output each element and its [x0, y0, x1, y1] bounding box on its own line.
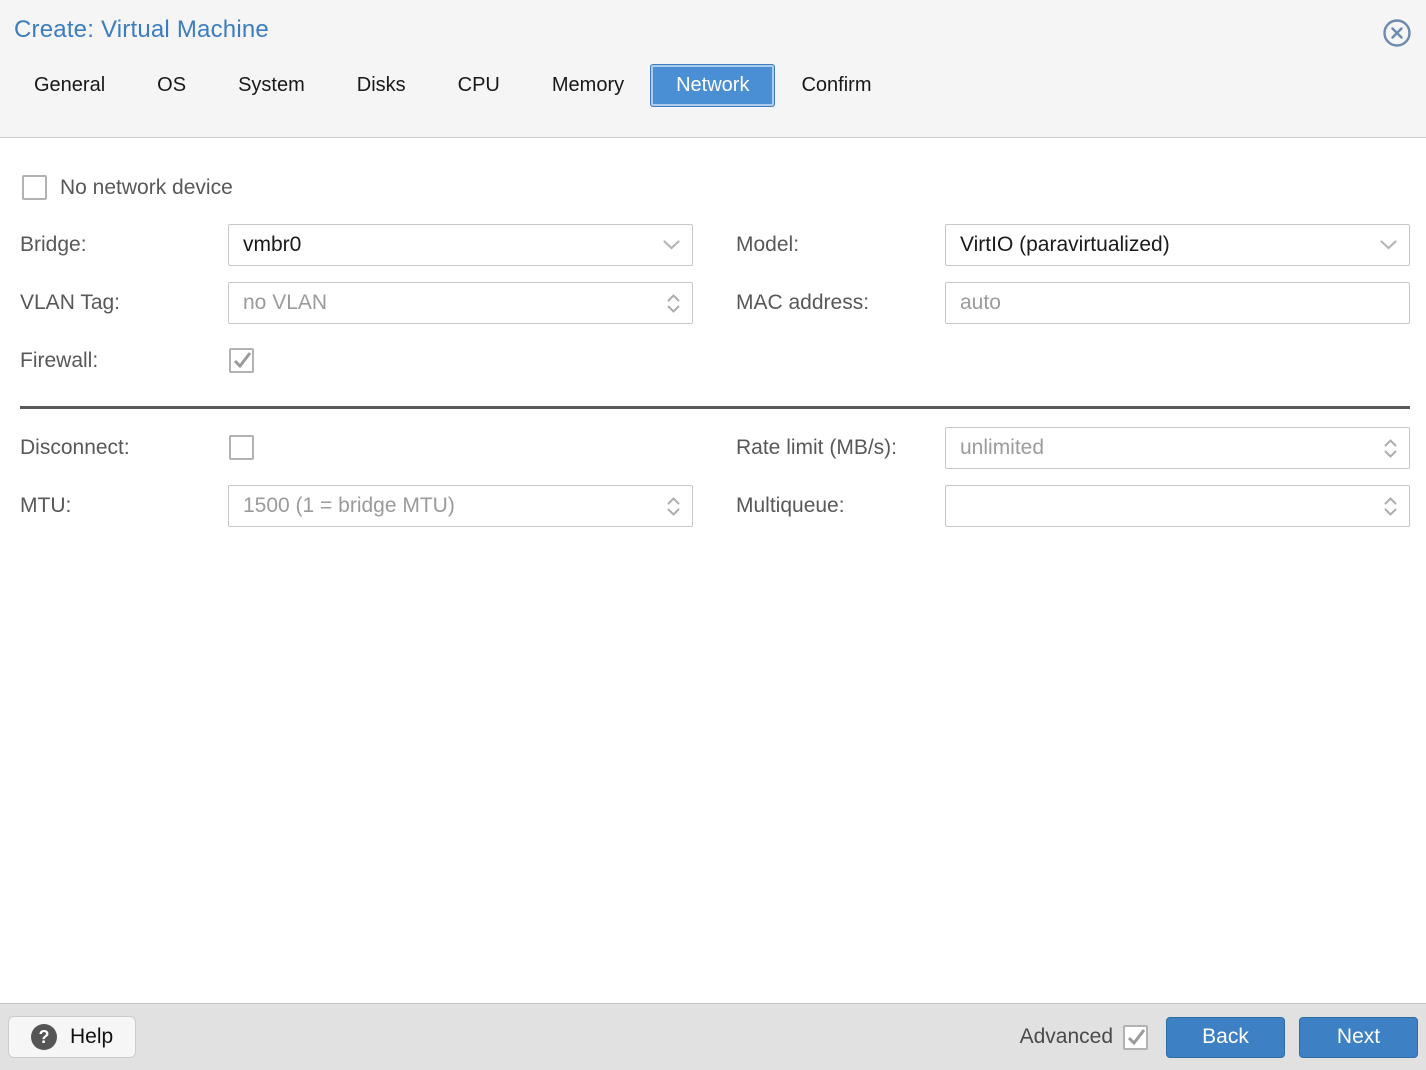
rate-limit-label: Rate limit (MB/s):	[736, 427, 897, 469]
vlan-tag-placeholder: no VLAN	[243, 291, 659, 315]
mtu-spinner[interactable]: 1500 (1 = bridge MTU)	[228, 485, 693, 527]
tab-system[interactable]: System	[212, 64, 331, 107]
chevron-down-icon[interactable]	[1372, 240, 1397, 250]
spinner-up-down-icon[interactable]	[1376, 497, 1397, 516]
help-button-label: Help	[70, 1025, 113, 1049]
rate-limit-spinner[interactable]: unlimited	[945, 427, 1410, 469]
chevron-down-icon[interactable]	[655, 240, 680, 250]
disconnect-checkbox[interactable]	[229, 435, 254, 460]
mac-address-label: MAC address:	[736, 282, 869, 324]
dialog-header: Create: Virtual Machine General OS Syste…	[0, 0, 1426, 138]
dialog-title: Create: Virtual Machine	[14, 16, 269, 44]
question-mark-icon: ?	[31, 1024, 57, 1050]
model-label: Model:	[736, 224, 799, 266]
no-network-device-checkbox[interactable]	[22, 175, 47, 200]
network-tab-panel: No network device Bridge: vmbr0 Model: V…	[0, 139, 1426, 1003]
bridge-combobox[interactable]: vmbr0	[228, 224, 693, 266]
vlan-tag-spinner[interactable]: no VLAN	[228, 282, 693, 324]
firewall-checkbox[interactable]	[229, 348, 254, 373]
rate-limit-placeholder: unlimited	[960, 436, 1376, 460]
tab-general[interactable]: General	[8, 64, 131, 107]
spinner-up-down-icon[interactable]	[659, 294, 680, 313]
bridge-value: vmbr0	[243, 233, 655, 257]
mtu-placeholder: 1500 (1 = bridge MTU)	[243, 494, 659, 518]
tab-memory[interactable]: Memory	[526, 64, 650, 107]
tab-network[interactable]: Network	[650, 64, 775, 107]
close-icon[interactable]	[1382, 18, 1412, 48]
help-button[interactable]: ? Help	[8, 1016, 136, 1058]
advanced-section-divider	[20, 406, 1410, 409]
advanced-toggle: Advanced	[1020, 1025, 1148, 1050]
bridge-label: Bridge:	[20, 224, 87, 266]
no-network-device-row: No network device	[22, 175, 233, 200]
dialog-footer: ? Help Advanced Back Next	[0, 1003, 1426, 1070]
no-network-device-label: No network device	[60, 176, 233, 200]
spinner-up-down-icon[interactable]	[1376, 439, 1397, 458]
model-value: VirtIO (paravirtualized)	[960, 233, 1372, 257]
next-button[interactable]: Next	[1299, 1017, 1418, 1058]
firewall-label: Firewall:	[20, 340, 98, 382]
tab-disks[interactable]: Disks	[331, 64, 432, 107]
tab-confirm[interactable]: Confirm	[775, 64, 897, 107]
vlan-tag-label: VLAN Tag:	[20, 282, 120, 324]
model-combobox[interactable]: VirtIO (paravirtualized)	[945, 224, 1410, 266]
mac-address-placeholder: auto	[960, 291, 1397, 315]
advanced-checkbox[interactable]	[1123, 1025, 1148, 1050]
multiqueue-label: Multiqueue:	[736, 485, 845, 527]
tab-cpu[interactable]: CPU	[432, 64, 526, 107]
tab-os[interactable]: OS	[131, 64, 212, 107]
wizard-tabs: General OS System Disks CPU Memory Netwo…	[8, 64, 1426, 107]
disconnect-label: Disconnect:	[20, 427, 130, 469]
mac-address-input[interactable]: auto	[945, 282, 1410, 324]
mtu-label: MTU:	[20, 485, 71, 527]
spinner-up-down-icon[interactable]	[659, 497, 680, 516]
multiqueue-spinner[interactable]	[945, 485, 1410, 527]
back-button[interactable]: Back	[1166, 1017, 1285, 1058]
advanced-label: Advanced	[1020, 1025, 1113, 1049]
